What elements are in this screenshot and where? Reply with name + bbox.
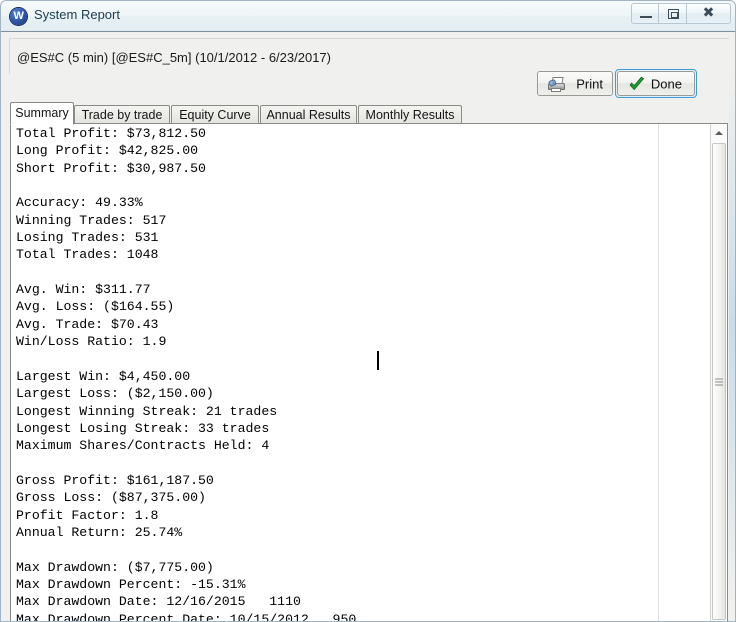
tab-strip: Summary Trade by trade Equity Curve Annu…	[10, 102, 728, 125]
maximize-button[interactable]	[659, 3, 687, 24]
tab-monthly-results[interactable]: Monthly Results	[358, 105, 462, 124]
tab-trade-by-trade[interactable]: Trade by trade	[74, 105, 170, 124]
report-summary-text: Total Profit: $73,812.50 Long Profit: $4…	[16, 126, 357, 622]
printer-icon	[548, 77, 565, 92]
report-text-area[interactable]: Total Profit: $73,812.50 Long Profit: $4…	[11, 124, 727, 622]
minimize-icon	[640, 16, 652, 18]
symbol-date-range-label: @ES#C (5 min) [@ES#C_5m] (10/1/2012 - 6/…	[17, 50, 331, 65]
tab-summary[interactable]: Summary	[10, 102, 74, 125]
close-button[interactable]: ✖	[687, 3, 731, 24]
scroll-up-button[interactable]	[711, 124, 727, 141]
print-button-label: Print	[576, 76, 603, 91]
grip-icon	[715, 378, 723, 385]
done-button-label: Done	[650, 76, 682, 91]
vertical-scrollbar[interactable]	[710, 124, 727, 621]
window-edge-glow	[729, 72, 735, 621]
tab-equity-curve[interactable]: Equity Curve	[171, 105, 259, 124]
chevron-up-icon	[715, 130, 723, 135]
client-area: @ES#C (5 min) [@ES#C_5m] (10/1/2012 - 6/…	[1, 32, 735, 622]
tab-annual-results[interactable]: Annual Results	[260, 105, 357, 124]
minimize-button[interactable]	[631, 3, 659, 24]
print-button[interactable]: Print	[537, 71, 613, 96]
w-logo-icon: W	[10, 8, 27, 25]
scrollbar-thumb[interactable]	[712, 143, 726, 620]
close-icon: ✖	[702, 5, 715, 21]
text-caret	[377, 351, 379, 370]
print-margin-guide	[658, 124, 659, 621]
report-panel: Total Profit: $73,812.50 Long Profit: $4…	[10, 123, 728, 622]
title-bar: W System Report ✖	[1, 1, 735, 32]
window-controls: ✖	[631, 3, 731, 24]
window-title: System Report	[34, 7, 120, 22]
done-button[interactable]: Done	[615, 69, 697, 98]
check-icon	[628, 76, 646, 94]
maximize-icon	[668, 9, 679, 19]
system-report-window: W System Report ✖ @ES#C (5 min) [@ES#C_5…	[0, 0, 736, 622]
